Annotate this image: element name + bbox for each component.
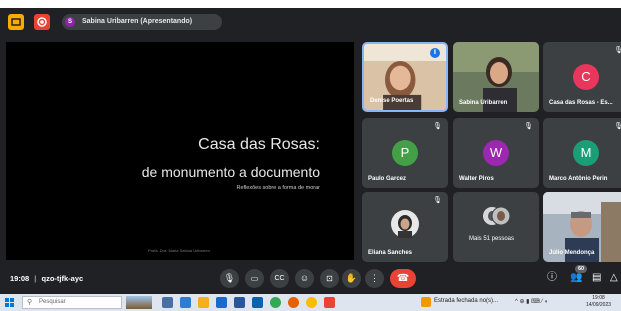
presenter-pill: S Sabina Uribarren (Apresentando): [62, 14, 222, 30]
meeting-code: qzo-tjfk-ayc: [41, 274, 84, 283]
horse-widget-icon[interactable]: [126, 296, 152, 309]
presenter-bar: S Sabina Uribarren (Apresentando): [0, 8, 621, 34]
participant-tile-denise[interactable]: ⦀ Denise Poertas: [362, 42, 448, 112]
participant-group-avatars: [483, 206, 510, 226]
participant-tile-marco[interactable]: 🎙 M Marco Antônio Perin: [543, 118, 621, 188]
end-call-icon[interactable]: ☎: [390, 269, 416, 288]
chrome-icon[interactable]: [270, 297, 281, 308]
participant-tile-sabina[interactable]: Sabina Uribarren: [453, 42, 539, 112]
search-placeholder: Pesquisar: [39, 299, 66, 305]
captions-icon[interactable]: CC: [270, 269, 289, 288]
windows-taskbar: ⚲ Pesquisar Estrada fechada no(s)... ^ ⊕…: [0, 294, 621, 311]
participant-tile-casa[interactable]: 🎙 C Casa das Rosas - Es...: [543, 42, 621, 112]
clock-date: 14/09/2023: [586, 302, 612, 308]
participant-tile-paulo[interactable]: 🎙 P Paulo Garcez: [362, 118, 448, 188]
meet-app-icon[interactable]: [324, 297, 335, 308]
participant-name: Mais 51 pessoas: [469, 236, 515, 242]
weather-icon: [421, 297, 431, 307]
meeting-controls: 19:08 | qzo-tjfk-ayc 🎙 ▭ CC ☺ ⊡ ✋ ⋮ ☎ ⓘ …: [0, 262, 621, 294]
participant-name: Júlio Mendonça: [549, 250, 595, 256]
mic-off-icon: 🎙: [433, 197, 442, 204]
meeting-separator: |: [34, 274, 37, 283]
chrome-alt-icon[interactable]: [306, 297, 317, 308]
chat-icon[interactable]: ▤: [592, 271, 601, 285]
system-tray[interactable]: ^ ⊕ ▮ ⌨ ⁄ ◖: [515, 298, 548, 305]
participant-name: Marco Antônio Perin: [549, 176, 608, 182]
search-icon: ⚲: [27, 299, 33, 306]
participant-name: Denise Poertas: [370, 98, 414, 104]
mic-off-icon: 🎙: [614, 47, 621, 54]
participant-avatar: M: [573, 140, 599, 166]
shared-slide: Casa das Rosas: de monumento a documento…: [6, 42, 354, 260]
presenter-avatar: S: [65, 17, 75, 27]
participant-name: Casa das Rosas - Es...: [549, 100, 613, 106]
participant-avatar: C: [573, 64, 599, 90]
firefox-icon[interactable]: [288, 297, 299, 308]
mic-icon[interactable]: 🎙: [220, 269, 239, 288]
store-icon[interactable]: [216, 297, 227, 308]
speaking-icon: ⦀: [430, 48, 440, 58]
taskbar-search[interactable]: ⚲ Pesquisar: [22, 296, 122, 309]
meeting-info: 19:08 | qzo-tjfk-ayc: [10, 274, 83, 283]
participant-tile-walter[interactable]: 🎙 W Walter Piros: [453, 118, 539, 188]
taskview-icon[interactable]: [162, 297, 173, 308]
clock-time: 19:08: [592, 295, 605, 301]
word-icon[interactable]: [234, 297, 245, 308]
participant-name: Walter Piros: [459, 176, 494, 182]
traffic-notification[interactable]: Estrada fechada no(s)...: [434, 298, 498, 304]
camera-icon[interactable]: ▭: [245, 269, 264, 288]
slide-title-line1: Casa das Rosas:: [198, 136, 320, 153]
mic-off-icon: 🎙: [524, 123, 533, 130]
raise-hand-icon[interactable]: ✋: [342, 269, 361, 288]
mic-off-icon: 🎙: [614, 123, 621, 130]
widgets-icon[interactable]: [180, 297, 191, 308]
participant-name: Sabina Uribarren: [459, 100, 508, 106]
more-participants-tile[interactable]: Mais 51 pessoas: [453, 192, 539, 262]
record-icon[interactable]: [34, 14, 50, 30]
taskbar-clock[interactable]: 19:08 14/09/2023: [586, 295, 611, 309]
slide-footer: Profa. Dra. Maria Sabina Uribarren: [148, 248, 210, 253]
presenter-label: Sabina Uribarren (Apresentando): [82, 18, 193, 25]
meeting-time: 19:08: [10, 274, 30, 283]
participant-avatar: P: [392, 140, 418, 166]
participant-avatar: W: [483, 140, 509, 166]
windows-icon[interactable]: [5, 298, 14, 307]
slide-title-line2: de monumento a documento: [141, 164, 320, 180]
slide-subtitle: Reflexões sobre a forma de morar: [236, 185, 320, 191]
outlook-icon[interactable]: [252, 297, 263, 308]
present-icon[interactable]: ⊡: [320, 269, 339, 288]
more-icon[interactable]: ⋮: [365, 269, 384, 288]
emoji-icon[interactable]: ☺: [295, 269, 314, 288]
meet-window: S Sabina Uribarren (Apresentando) Casa d…: [0, 0, 621, 311]
participant-name: Paulo Garcez: [368, 176, 407, 182]
file-explorer-icon[interactable]: [198, 297, 209, 308]
participant-tile-eliana[interactable]: 🎙 Eliana Sanches: [362, 192, 448, 262]
participant-avatar: [391, 210, 419, 238]
participant-tile-julio[interactable]: Júlio Mendonça: [543, 192, 621, 262]
top-strip: [0, 0, 621, 8]
mic-off-icon: 🎙: [433, 123, 442, 130]
presentation-icon[interactable]: [8, 14, 24, 30]
participant-name: Eliana Sanches: [368, 250, 413, 256]
activities-icon[interactable]: △: [610, 271, 618, 285]
info-icon[interactable]: ⓘ: [547, 271, 557, 285]
people-icon[interactable]: 👥: [570, 271, 582, 285]
